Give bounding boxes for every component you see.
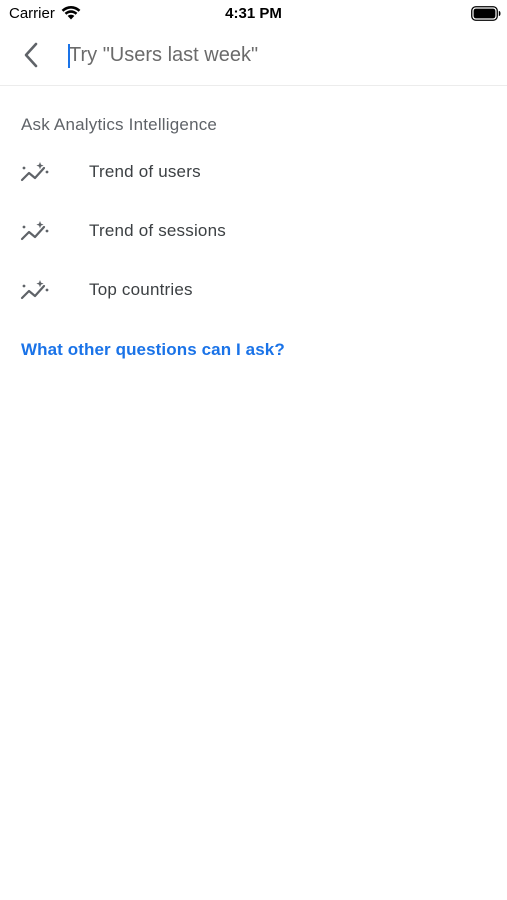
chevron-left-icon <box>24 42 38 68</box>
insights-icon <box>20 280 49 300</box>
help-link[interactable]: What other questions can I ask? <box>21 340 285 360</box>
suggestion-label: Trend of users <box>89 162 201 181</box>
screen: Carrier 4:31 PM Ask Analytics Intelligen… <box>0 0 507 900</box>
text-cursor <box>68 44 70 68</box>
suggestion-trend-of-users[interactable]: Trend of users <box>0 148 507 198</box>
section-title: Ask Analytics Intelligence <box>21 115 218 134</box>
suggestion-label: Top countries <box>89 280 193 299</box>
search-input[interactable] <box>66 40 469 70</box>
battery-icon <box>471 6 501 21</box>
back-button[interactable] <box>14 38 48 72</box>
search-header <box>0 28 507 86</box>
insights-icon <box>20 162 49 182</box>
status-bar: Carrier 4:31 PM <box>0 0 507 28</box>
suggestion-label: Trend of sessions <box>89 221 226 240</box>
suggestion-trend-of-sessions[interactable]: Trend of sessions <box>0 207 507 257</box>
clock: 4:31 PM <box>225 5 282 22</box>
insights-icon <box>20 221 49 241</box>
suggestion-top-countries[interactable]: Top countries <box>0 266 507 316</box>
